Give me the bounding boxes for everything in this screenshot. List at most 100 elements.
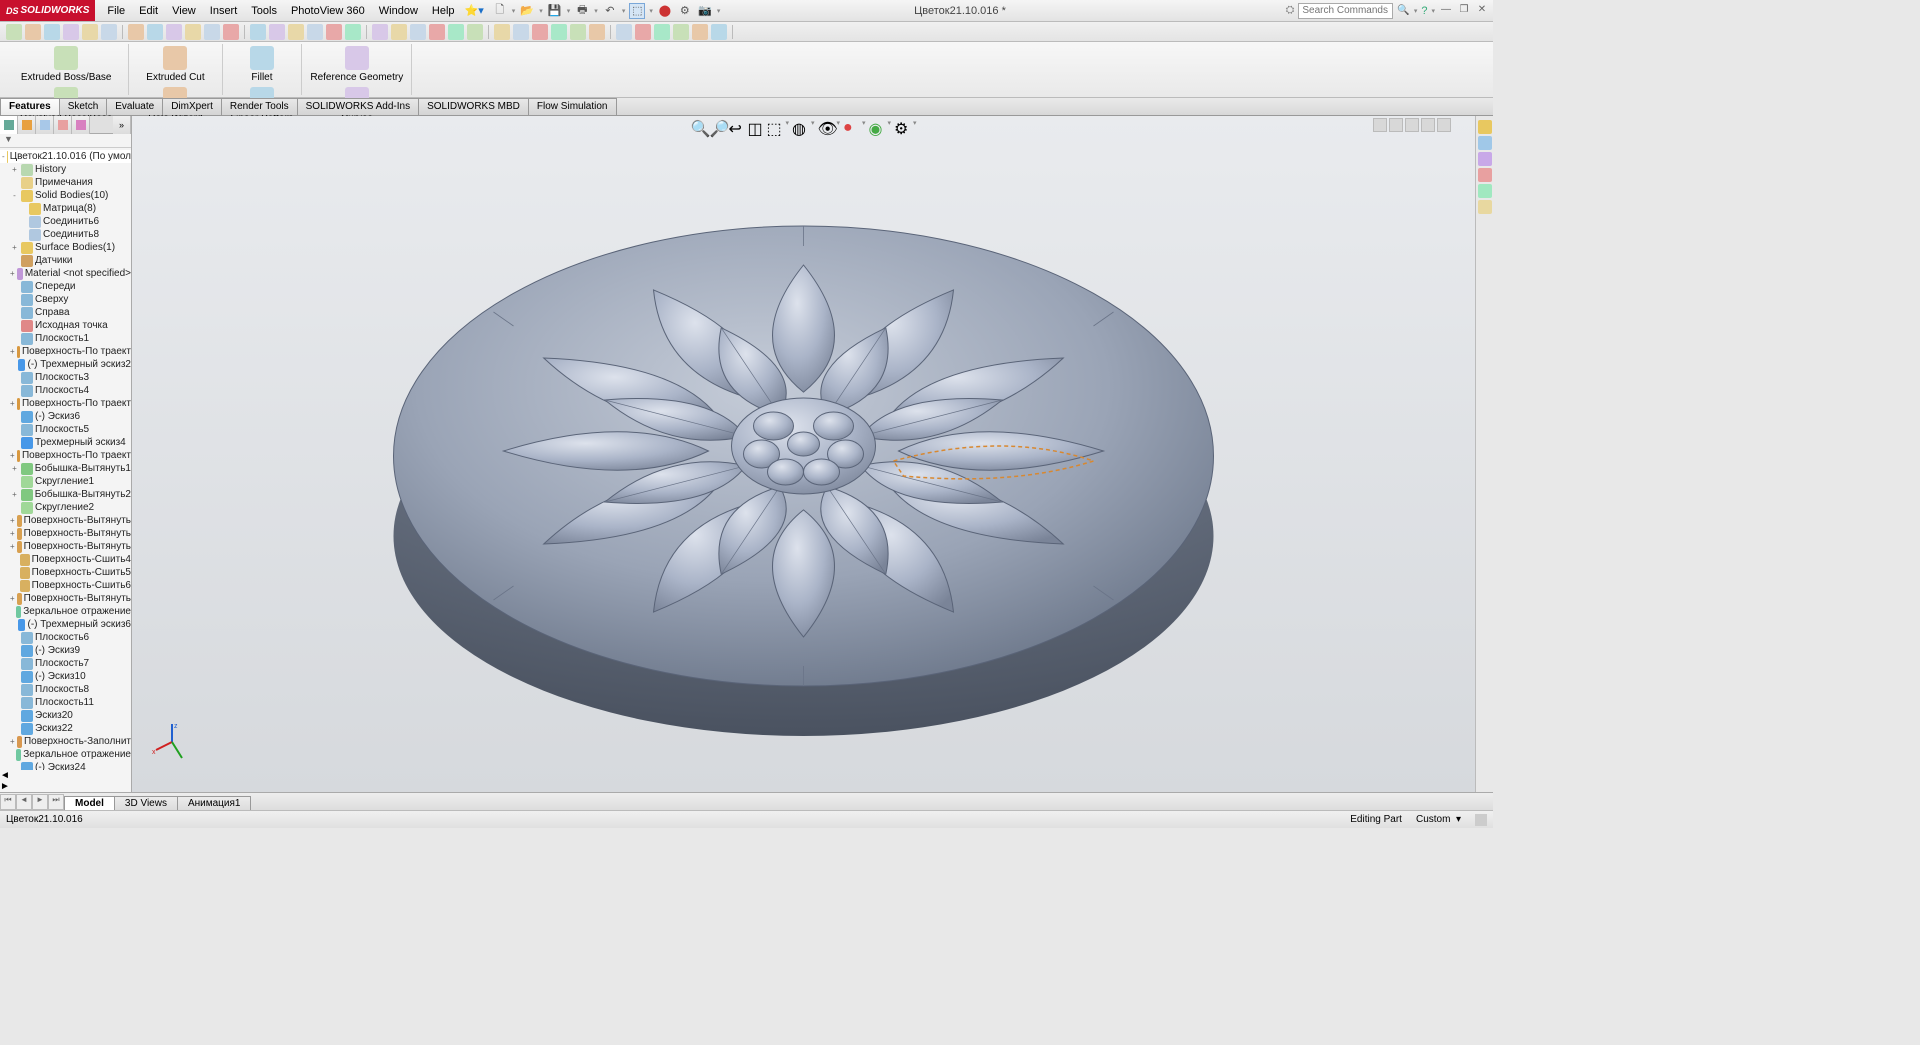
toolbar-icon[interactable] [128, 24, 144, 40]
apply-scene-icon[interactable]: ◉ [869, 119, 885, 135]
orientation-triad[interactable]: x z [152, 722, 192, 762]
tree-item[interactable]: Скругление2 [0, 501, 131, 514]
help-icon[interactable]: ? [1421, 5, 1427, 17]
menu-file[interactable]: File [101, 3, 131, 19]
vp-max-icon[interactable] [1421, 118, 1435, 132]
tree-item[interactable]: +Поверхность-Вытянуть [0, 527, 131, 540]
edit-appearance-icon[interactable]: ● [843, 119, 859, 135]
toolbar-icon[interactable] [551, 24, 567, 40]
options-icon[interactable]: ⚙ [677, 3, 693, 19]
tree-item[interactable]: Поверхность-Сшить6 [0, 579, 131, 592]
search-icon[interactable]: 🔍 [1397, 5, 1409, 16]
toolbar-icon[interactable] [570, 24, 586, 40]
toolbar-icon[interactable] [166, 24, 182, 40]
tree-item[interactable]: +Поверхность-Вытянуть [0, 540, 131, 553]
tab-prev-icon[interactable]: ◄ [16, 794, 32, 810]
toolbar-icon[interactable] [635, 24, 651, 40]
tree-root[interactable]: - Цветок21.10.016 (По умол [0, 150, 131, 163]
filter-bar[interactable]: ▼ [0, 134, 131, 148]
tree-item[interactable]: Плоскость7 [0, 657, 131, 670]
appearances-tab[interactable] [1478, 184, 1492, 198]
toolbar-icon[interactable] [25, 24, 41, 40]
help-dropdown-icon[interactable]: ⭐▾ [465, 4, 484, 17]
vp-link-icon[interactable] [1373, 118, 1387, 132]
tree-item[interactable]: Поверхность-Сшить5 [0, 566, 131, 579]
tree-item[interactable]: +Поверхность-По траект [0, 449, 131, 462]
tree-item[interactable]: Исходная точка [0, 319, 131, 332]
save-icon[interactable]: 💾 [547, 3, 563, 19]
tree-item[interactable]: +Бобышка-Вытянуть1 [0, 462, 131, 475]
display-manager-tab[interactable] [72, 116, 90, 134]
tab-first-icon[interactable]: ⏮ [0, 794, 16, 810]
tree-item[interactable]: Плоскость8 [0, 683, 131, 696]
toolbar-icon[interactable] [711, 24, 727, 40]
menu-edit[interactable]: Edit [133, 3, 164, 19]
toolbar-icon[interactable] [307, 24, 323, 40]
dimxpert-manager-tab[interactable] [54, 116, 72, 134]
bottom-tab-3d views[interactable]: 3D Views [114, 796, 178, 810]
tree-item[interactable]: Зеркальное отражение [0, 748, 131, 761]
toolbar-icon[interactable] [391, 24, 407, 40]
status-extra-icon[interactable] [1475, 814, 1487, 826]
toolbar-icon[interactable] [82, 24, 98, 40]
toolbar-icon[interactable] [673, 24, 689, 40]
toolbar-icon[interactable] [63, 24, 79, 40]
toolbar-icon[interactable] [513, 24, 529, 40]
previous-view-icon[interactable]: ↩ [728, 119, 744, 135]
status-units[interactable]: Custom ▾ [1416, 814, 1461, 825]
toolbar-icon[interactable] [6, 24, 22, 40]
tree-item[interactable]: Трехмерный эскиз4 [0, 436, 131, 449]
minimize-icon[interactable]: — [1439, 4, 1453, 18]
tree-item[interactable]: Плоскость5 [0, 423, 131, 436]
menu-window[interactable]: Window [373, 3, 424, 19]
menu-view[interactable]: View [166, 3, 202, 19]
tree-item[interactable]: +Бобышка-Вытянуть2 [0, 488, 131, 501]
feature-manager-tab[interactable] [0, 116, 18, 134]
toolbar-icon[interactable] [44, 24, 60, 40]
configuration-manager-tab[interactable] [36, 116, 54, 134]
toolbar-icon[interactable] [532, 24, 548, 40]
tree-item[interactable]: Спереди [0, 280, 131, 293]
command-tab-dimxpert[interactable]: DimXpert [162, 98, 222, 115]
toolbar-icon[interactable] [616, 24, 632, 40]
reference-geometry-button[interactable]: Reference Geometry [306, 44, 407, 85]
tree-item[interactable]: +Поверхность-Вытянуть [0, 592, 131, 605]
file-explorer-tab[interactable] [1478, 152, 1492, 166]
tree-item[interactable]: Эскиз20 [0, 709, 131, 722]
tree-item[interactable]: Плоскость11 [0, 696, 131, 709]
print-icon[interactable]: 🖶 [574, 3, 590, 19]
toolbar-icon[interactable] [250, 24, 266, 40]
toolbar-icon[interactable] [692, 24, 708, 40]
tree-item[interactable]: Скругление1 [0, 475, 131, 488]
view-orientation-icon[interactable]: ⬚ [766, 119, 782, 135]
graphics-viewport[interactable]: 🔍 🔎 ↩ ◫ ⬚▾ ◍▾ 👁▾ ●▾ ◉▾ ⚙▾ [132, 116, 1475, 792]
tree-item[interactable]: Плоскость3 [0, 371, 131, 384]
tree-item[interactable]: Поверхность-Сшить4 [0, 553, 131, 566]
custom-properties-tab[interactable] [1478, 200, 1492, 214]
select-icon[interactable]: ⬚ [629, 3, 645, 19]
bottom-tab-model[interactable]: Model [64, 796, 115, 810]
property-manager-tab[interactable] [18, 116, 36, 134]
tree-item[interactable]: (-) Трехмерный эскиз6 [0, 618, 131, 631]
view-palette-tab[interactable] [1478, 168, 1492, 182]
tree-item[interactable]: +Поверхность-Заполнит [0, 735, 131, 748]
tree-item[interactable]: +Surface Bodies(1) [0, 241, 131, 254]
tree-item[interactable]: +Поверхность-По траект [0, 397, 131, 410]
tree-item[interactable]: (-) Эскиз10 [0, 670, 131, 683]
toolbar-icon[interactable] [326, 24, 342, 40]
toolbar-icon[interactable] [494, 24, 510, 40]
section-view-icon[interactable]: ◫ [747, 119, 763, 135]
new-icon[interactable]: 🗋 [492, 3, 508, 19]
command-tab-sketch[interactable]: Sketch [59, 98, 108, 115]
tree-item[interactable]: (-) Трехмерный эскиз2 [0, 358, 131, 371]
solidworks-resources-tab[interactable] [1478, 120, 1492, 134]
tree-item[interactable]: Плоскость6 [0, 631, 131, 644]
view-settings-icon[interactable]: ⚙ [894, 119, 910, 135]
toolbar-icon[interactable] [269, 24, 285, 40]
close-icon[interactable]: ✕ [1475, 4, 1489, 18]
command-tab-solidworks-add-ins[interactable]: SOLIDWORKS Add-Ins [297, 98, 419, 115]
zoom-fit-icon[interactable]: 🔍 [690, 119, 706, 135]
command-tab-evaluate[interactable]: Evaluate [106, 98, 163, 115]
extruded-cut-button[interactable]: Extruded Cut [133, 44, 217, 85]
tree-item[interactable]: Справа [0, 306, 131, 319]
